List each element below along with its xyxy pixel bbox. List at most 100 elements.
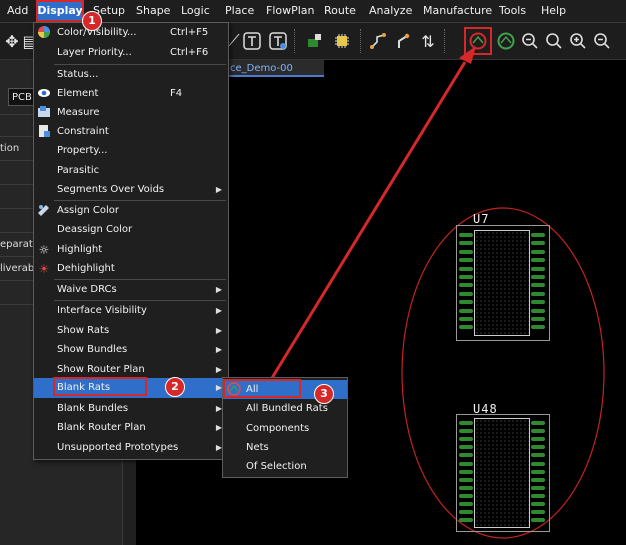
- menu-item-blank-bundles[interactable]: Blank Bundles ▶: [34, 399, 228, 419]
- menu-item-waive-drcs[interactable]: Waive DRCs ▶: [34, 280, 228, 300]
- component-pin: [459, 275, 473, 279]
- component-pin: [531, 502, 545, 506]
- menu-item-unsupported-prototypes[interactable]: Unsupported Prototypes ▶: [34, 438, 228, 458]
- component-pin: [459, 502, 473, 506]
- component-pin: [459, 325, 473, 330]
- component-pin: [459, 461, 473, 466]
- menu-item-label: Parasitic: [57, 165, 100, 176]
- menu-item-blank-router-plan[interactable]: Blank Router Plan ▶: [34, 418, 228, 438]
- component-pin: [459, 469, 473, 474]
- menu-item-label: Blank Router Plan: [57, 422, 146, 433]
- component-pin: [459, 477, 473, 482]
- component-pin: [459, 437, 473, 442]
- component-pin: [531, 317, 545, 321]
- component-pin: [531, 275, 545, 279]
- component-pin: [531, 283, 545, 288]
- menu-item-label: Constraint: [57, 126, 109, 137]
- component-pin: [459, 317, 473, 321]
- component-pin: [459, 445, 473, 450]
- component-pin: [459, 291, 473, 296]
- menu-item-label: Status...: [57, 69, 99, 80]
- eye-icon: [36, 86, 52, 102]
- component-pin: [531, 421, 545, 425]
- component-pin: [459, 518, 473, 523]
- component-pin: [459, 258, 473, 263]
- menu-item-label: Deassign Color: [57, 224, 133, 235]
- menu-item-interface-visibility[interactable]: Interface Visibility ▶: [34, 301, 228, 321]
- callout-badge-2: 2: [165, 377, 185, 397]
- menu-item-label: Assign Color: [57, 205, 120, 216]
- submenu-arrow-icon: ▶: [215, 345, 222, 354]
- submenu-item-label: All Bundled Rats: [246, 403, 328, 414]
- menu-item-label: Show Bundles: [57, 344, 128, 355]
- menu-item-color-visibility[interactable]: Color/Visibility... Ctrl+F5: [34, 23, 228, 43]
- menu-item-label: Waive DRCs: [57, 284, 117, 295]
- menu-item-label: Blank Bundles: [57, 403, 129, 414]
- menu-item-measure[interactable]: Measure: [34, 103, 228, 123]
- menu-item-layer-priority[interactable]: Layer Priority... Ctrl+F6: [34, 43, 228, 63]
- submenu-item-label: Of Selection: [246, 461, 307, 472]
- submenu-arrow-icon: ▶: [215, 326, 222, 335]
- component-pin: [531, 445, 545, 450]
- menu-item-label: Highlight: [57, 244, 103, 255]
- component-pin: [531, 518, 545, 523]
- component-pin: [459, 300, 473, 305]
- component-body-u48[interactable]: [474, 418, 530, 528]
- menu-item-label: Measure: [57, 107, 100, 118]
- measure-icon: [36, 105, 52, 121]
- menu-item-segments-over-voids[interactable]: Segments Over Voids ▶: [34, 180, 228, 200]
- dehighlight-icon: ☀: [38, 262, 50, 276]
- menu-item-label: Unsupported Prototypes: [57, 442, 179, 453]
- annotation-arrowhead: [459, 46, 476, 64]
- component-pin: [531, 266, 545, 271]
- component-pin: [531, 258, 545, 263]
- component-pin: [459, 453, 473, 458]
- callout-badge-1: 1: [82, 11, 102, 31]
- menu-item-deassign-color[interactable]: Deassign Color: [34, 220, 228, 240]
- menu-item-label: Interface Visibility: [57, 305, 147, 316]
- submenu-arrow-icon: ▶: [215, 306, 222, 315]
- menu-item-label: Property...: [57, 145, 108, 156]
- component-pin: [459, 283, 473, 288]
- constraint-icon: [36, 124, 52, 140]
- menu-item-property[interactable]: Property...: [34, 141, 228, 161]
- menu-item-dehighlight[interactable]: ☀ Dehighlight: [34, 259, 228, 279]
- component-pin: [531, 233, 545, 237]
- component-pin: [459, 493, 473, 498]
- component-pin: [531, 477, 545, 482]
- component-body-u7[interactable]: [474, 230, 530, 336]
- component-pin: [531, 469, 545, 474]
- menu-item-shortcut: Ctrl+F6: [170, 47, 209, 58]
- submenu-arrow-icon: ▶: [215, 285, 222, 294]
- menu-item-show-bundles[interactable]: Show Bundles ▶: [34, 340, 228, 360]
- submenu-arrow-icon: ▶: [215, 185, 222, 194]
- menu-item-shortcut: Ctrl+F5: [170, 27, 209, 38]
- component-pin: [459, 266, 473, 271]
- submenu-item-components[interactable]: Components: [223, 419, 347, 438]
- menu-item-status[interactable]: Status...: [34, 65, 228, 85]
- menu-item-parasitic[interactable]: Parasitic: [34, 161, 228, 181]
- menu-item-assign-color[interactable]: Assign Color: [34, 201, 228, 221]
- menu-item-element[interactable]: Element F4: [34, 84, 228, 104]
- component-pin: [531, 249, 545, 254]
- component-pin: [531, 429, 545, 434]
- component-pin: [531, 461, 545, 466]
- menu-item-constraint[interactable]: Constraint: [34, 122, 228, 142]
- component-pin: [531, 453, 545, 458]
- component-pin: [531, 510, 545, 515]
- submenu-item-nets[interactable]: Nets: [223, 438, 347, 457]
- component-pin: [531, 241, 545, 246]
- component-pin: [459, 308, 473, 313]
- menu-item-label: Segments Over Voids: [57, 184, 165, 195]
- component-pin: [459, 429, 473, 434]
- annotation-arrow-line: [270, 61, 467, 379]
- component-pin: [531, 300, 545, 305]
- highlight-icon: ☼: [38, 243, 50, 257]
- component-pin: [459, 249, 473, 254]
- blank-rats-highlight-box: [53, 377, 147, 396]
- menu-item-highlight[interactable]: ☼ Highlight: [34, 240, 228, 260]
- menu-item-show-rats[interactable]: Show Rats ▶: [34, 321, 228, 341]
- submenu-item-of-selection[interactable]: Of Selection: [223, 457, 347, 476]
- component-pin: [459, 241, 473, 246]
- component-pin: [531, 493, 545, 498]
